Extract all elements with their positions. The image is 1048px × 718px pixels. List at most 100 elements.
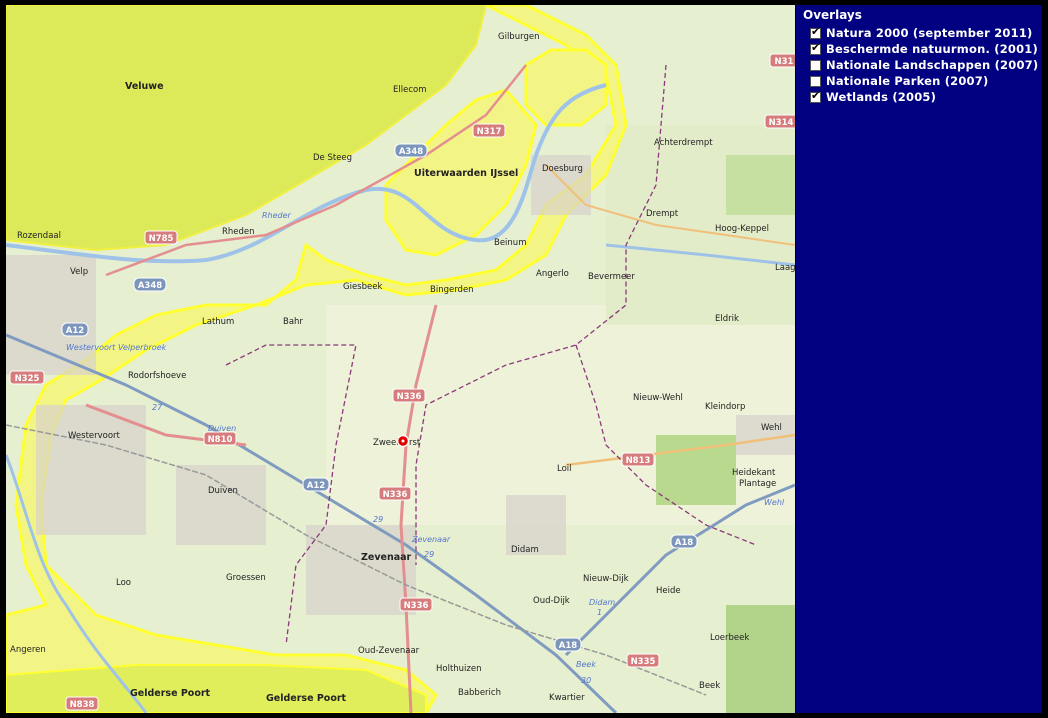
label-westervoort-junction: Westervoort	[66, 343, 116, 352]
label-oud-dijk: Oud-Dijk	[533, 596, 570, 606]
map-viewport[interactable]: Veluwe Uiterwaarden IJssel Gelderse Poor…	[6, 5, 795, 713]
svg-text:N813: N813	[626, 456, 651, 466]
label-heide: Heide	[656, 586, 681, 596]
shield-n336-3: N336	[399, 597, 433, 612]
urban-duiven	[176, 465, 266, 545]
shield-n785: N785	[144, 230, 178, 245]
overlay-item-natura-2000[interactable]: Natura 2000 (september 2011)	[810, 25, 1033, 41]
shield-a18-1: A18	[670, 534, 698, 549]
label-rodorfshoeve: Rodorfshoeve	[128, 371, 186, 381]
shield-n336-2: N336	[378, 486, 412, 501]
overlay-item-beschermde[interactable]: Beschermde natuurmon. (2001)	[810, 41, 1038, 57]
label-wehl: Wehl	[761, 423, 782, 433]
label-zevenaar-junction: Zevenaar	[411, 535, 451, 544]
label-bahr: Bahr	[283, 317, 303, 327]
label-didam: Didam	[511, 545, 539, 555]
overlay-label: Wetlands (2005)	[826, 90, 937, 104]
overlay-item-nationale-landschappen[interactable]: Nationale Landschappen (2007)	[810, 57, 1038, 73]
label-achterdrempt: Achterdrempt	[654, 138, 713, 148]
svg-text:N31: N31	[775, 57, 794, 67]
label-angerlo: Angerlo	[536, 269, 569, 279]
red-dot-marker[interactable]	[396, 434, 410, 448]
label-nieuw-wehl: Nieuw-Wehl	[633, 393, 683, 403]
label-westervoort: Westervoort	[68, 431, 121, 441]
label-gelderse-poort-2: Gelderse Poort	[266, 693, 347, 704]
svg-text:N336: N336	[383, 490, 408, 500]
svg-text:N336: N336	[404, 601, 429, 611]
label-wehl-junction: Wehl	[764, 498, 785, 507]
label-gelderse-poort-1: Gelderse Poort	[130, 688, 211, 699]
label-eldrik: Eldrik	[715, 314, 739, 324]
overlay-checkbox-nationale-parken[interactable]	[810, 75, 821, 87]
urban-wehl	[736, 415, 795, 455]
overlay-panel: Overlays Natura 2000 (september 2011) Be…	[796, 5, 1042, 713]
label-ellecom: Ellecom	[393, 85, 426, 95]
shield-n813: N813	[621, 452, 655, 467]
svg-text:N314: N314	[769, 118, 794, 128]
exit-29: 29	[373, 515, 383, 524]
label-kwartier: Kwartier	[549, 693, 585, 703]
shield-a18-2: A18	[554, 637, 582, 652]
label-nieuw-dijk: Nieuw-Dijk	[583, 574, 629, 584]
overlay-checkbox-wetlands[interactable]	[810, 89, 821, 103]
label-gilburgen: Gilburgen	[498, 32, 539, 42]
label-loil: Loil	[557, 464, 572, 474]
label-lathum: Lathum	[202, 317, 234, 327]
label-bevermeer: Bevermeer	[588, 272, 635, 282]
overlay-checkbox-beschermde[interactable]	[810, 41, 821, 55]
label-loo: Loo	[116, 578, 131, 588]
label-drempt: Drempt	[646, 209, 679, 219]
overlay-label: Nationale Parken (2007)	[826, 74, 989, 88]
label-duiven: Duiven	[208, 486, 238, 496]
shield-n810: N810	[203, 431, 237, 446]
woods-area-se	[726, 605, 795, 713]
exit-30: 30	[581, 676, 591, 685]
exit-27: 27	[152, 403, 163, 412]
exit-29b: 29	[424, 550, 434, 559]
shield-n336-1: N336	[392, 388, 426, 403]
overlay-checkbox-natura-2000[interactable]	[810, 25, 821, 39]
shield-a12-1: A12	[61, 322, 89, 337]
overlay-title: Overlays	[803, 8, 862, 22]
shield-n31x: N31	[769, 53, 795, 68]
overlay-item-wetlands[interactable]: Wetlands (2005)	[810, 89, 936, 105]
label-rheden: Rheden	[222, 227, 255, 237]
svg-text:A12: A12	[307, 481, 325, 491]
shield-a348-1: A348	[394, 143, 428, 158]
svg-text:N838: N838	[70, 700, 95, 710]
shield-n314: N314	[764, 114, 795, 129]
label-doesburg: Doesburg	[542, 164, 583, 174]
label-veluwe: Veluwe	[125, 81, 164, 92]
shield-n317: N317	[472, 123, 506, 138]
shield-a12-2: A12	[302, 477, 330, 492]
map-canvas[interactable]: Veluwe Uiterwaarden IJssel Gelderse Poor…	[6, 5, 795, 713]
woods-area-ne	[726, 155, 795, 215]
svg-text:N335: N335	[631, 657, 656, 667]
label-beinum: Beinum	[494, 238, 526, 248]
svg-text:A348: A348	[399, 147, 423, 157]
overlay-checkbox-nationale-landschappen[interactable]	[810, 59, 821, 71]
svg-text:N810: N810	[208, 435, 233, 445]
label-heidekant: Heidekant	[732, 468, 776, 478]
label-rheder: Rheder	[262, 211, 292, 220]
overlay-label: Nationale Landschappen (2007)	[826, 58, 1039, 72]
shield-a348-2: A348	[133, 277, 167, 292]
label-beek: Beek	[699, 681, 720, 691]
label-loerbeek: Loerbeek	[710, 633, 749, 643]
label-laag: Laag	[775, 263, 795, 273]
urban-westervoort	[36, 405, 146, 535]
label-velperbroek: Velperbroek	[118, 343, 167, 352]
overlay-item-nationale-parken[interactable]: Nationale Parken (2007)	[810, 73, 988, 89]
label-plantage: Plantage	[739, 479, 776, 489]
label-angeren: Angeren	[10, 645, 46, 655]
label-oud-zevenaar: Oud-Zevenaar	[358, 646, 420, 656]
label-bingerden: Bingerden	[430, 285, 474, 295]
label-de-steeg: De Steeg	[313, 153, 352, 163]
overlay-label: Natura 2000 (september 2011)	[826, 26, 1033, 40]
label-rozendaal: Rozendaal	[17, 231, 61, 241]
label-giesbeek: Giesbeek	[343, 282, 382, 292]
label-didam-junction: Didam	[589, 598, 615, 607]
svg-text:A18: A18	[559, 641, 577, 651]
shield-n335: N335	[626, 653, 660, 668]
label-kleindorp: Kleindorp	[705, 402, 745, 412]
